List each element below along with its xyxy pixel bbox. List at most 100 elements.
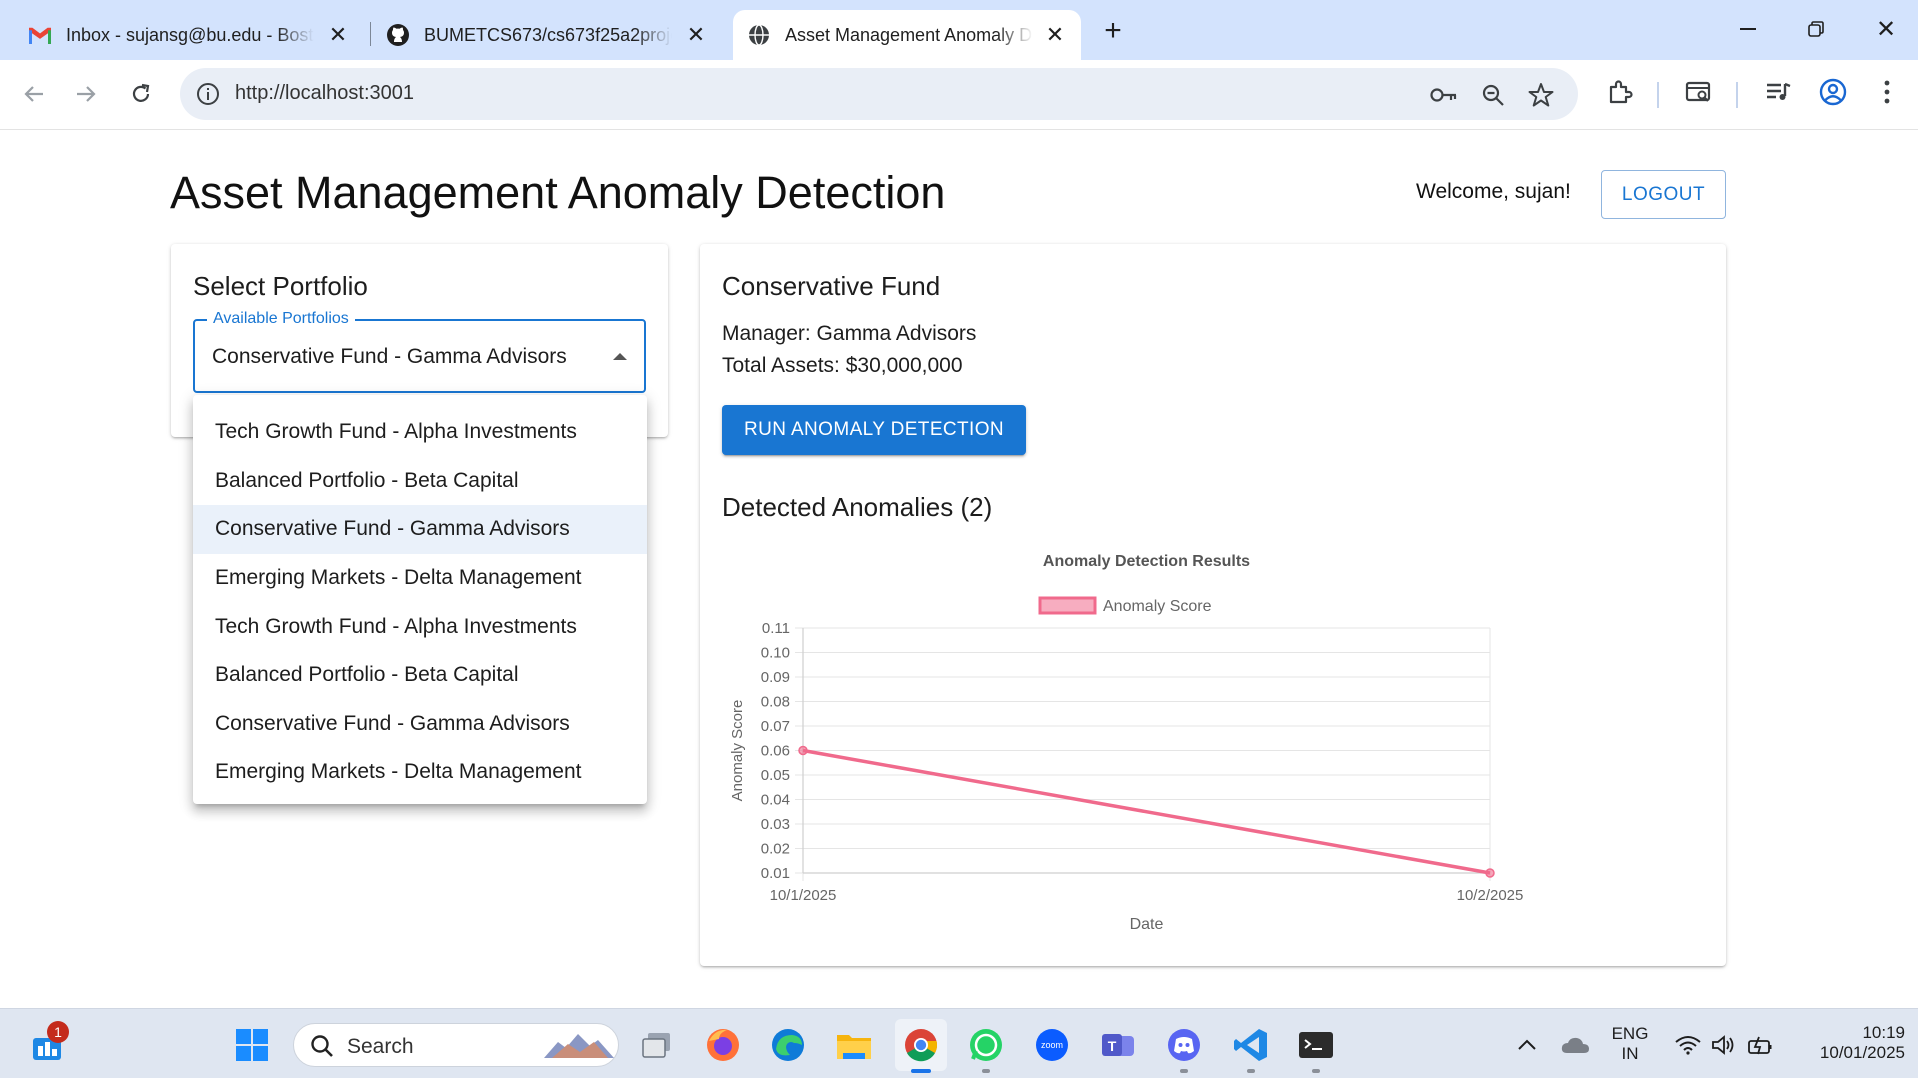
taskbar-search[interactable]: Search xyxy=(293,1023,619,1067)
volume-icon[interactable] xyxy=(1705,1025,1741,1065)
window-close-icon[interactable]: ✕ xyxy=(1866,12,1906,46)
legend-swatch xyxy=(1038,596,1097,615)
url-text[interactable]: http://localhost:3001 xyxy=(235,82,414,105)
task-view-icon[interactable] xyxy=(637,1025,677,1065)
tab-title: BUMETCS673/cs673f25a2project xyxy=(424,24,672,45)
y-tick-label: 0.11 xyxy=(762,620,790,637)
portfolio-select[interactable]: Available Portfolios Conservative Fund -… xyxy=(193,310,646,393)
windows-start-icon[interactable] xyxy=(232,1025,272,1065)
running-indicator xyxy=(982,1069,990,1073)
zoom-icon[interactable] xyxy=(1478,80,1508,110)
file-explorer-icon[interactable] xyxy=(834,1025,874,1065)
menu-item[interactable]: Emerging Markets - Delta Management xyxy=(193,554,647,603)
tab-github[interactable]: BUMETCS673/cs673f25a2project ✕ xyxy=(372,10,722,60)
data-point xyxy=(798,745,808,756)
vscode-icon[interactable] xyxy=(1231,1025,1271,1065)
forward-icon[interactable] xyxy=(66,74,106,114)
chart-title: Anomaly Detection Results xyxy=(1043,553,1250,570)
firefox-icon[interactable] xyxy=(703,1025,743,1065)
legend-label: Anomaly Score xyxy=(1103,598,1212,615)
terminal-icon[interactable] xyxy=(1296,1025,1336,1065)
menu-item[interactable]: Tech Growth Fund - Alpha Investments xyxy=(193,602,647,651)
language-indicator[interactable]: ENG IN xyxy=(1602,1024,1658,1064)
y-tick-label: 0.01 xyxy=(761,865,790,882)
media-control-icon[interactable] xyxy=(1760,74,1796,110)
logout-button[interactable]: LOGOUT xyxy=(1601,170,1726,219)
svg-text:zoom: zoom xyxy=(1041,1040,1063,1050)
tab-gmail[interactable]: Inbox - sujansg@bu.edu - Boston Universi… xyxy=(14,10,364,60)
bookmark-star-icon[interactable] xyxy=(1526,80,1556,110)
globe-icon xyxy=(747,23,771,47)
y-tick-label: 0.05 xyxy=(761,767,790,784)
menu-item[interactable]: Emerging Markets - Delta Management xyxy=(193,748,647,797)
close-icon[interactable]: ✕ xyxy=(684,22,708,47)
y-tick-label: 0.07 xyxy=(761,718,790,735)
language-code: ENG xyxy=(1611,1024,1649,1043)
clock[interactable]: 10:19 10/01/2025 xyxy=(1785,1023,1905,1063)
menu-item-selected[interactable]: Conservative Fund - Gamma Advisors xyxy=(193,505,647,554)
fund-manager: Manager: Gamma Advisors xyxy=(722,322,977,345)
y-tick-label: 0.04 xyxy=(761,792,790,809)
running-indicator xyxy=(911,1069,931,1073)
caret-up-icon[interactable] xyxy=(613,353,627,360)
select-label: Available Portfolios xyxy=(207,310,355,328)
clock-date: 10/01/2025 xyxy=(1819,1043,1905,1062)
select-portfolio-heading: Select Portfolio xyxy=(193,271,368,301)
close-icon[interactable]: ✕ xyxy=(1043,22,1067,47)
search-highlight-icon xyxy=(544,1030,614,1067)
data-point xyxy=(1485,868,1495,878)
back-icon[interactable] xyxy=(14,74,54,114)
series-line xyxy=(802,748,1491,875)
menu-item[interactable]: Balanced Portfolio - Beta Capital xyxy=(193,651,647,700)
anomaly-chart: Anomaly Detection Results Anomaly Score 0.… xyxy=(729,553,1523,933)
y-tick-label: 0.03 xyxy=(761,816,790,833)
minimize-icon[interactable] xyxy=(1728,12,1768,46)
menu-item[interactable]: Tech Growth Fund - Alpha Investments xyxy=(193,408,647,457)
toolbar-divider xyxy=(1736,82,1738,108)
zoom-app-icon[interactable]: zoom xyxy=(1032,1025,1072,1065)
tab-title: Inbox - sujansg@bu.edu - Boston Universi… xyxy=(66,24,314,45)
menu-item[interactable]: Balanced Portfolio - Beta Capital xyxy=(193,457,647,506)
onedrive-icon[interactable] xyxy=(1556,1025,1596,1065)
teams-icon[interactable]: T xyxy=(1099,1025,1139,1065)
portfolio-menu: Tech Growth Fund - Alpha Investments Bal… xyxy=(193,395,647,804)
taskbar: 1 Search zoom T ENG IN 10:19 10/01/2025 xyxy=(0,1008,1918,1078)
chevron-up-icon[interactable] xyxy=(1507,1025,1547,1065)
y-tick-label: 0.10 xyxy=(761,645,790,662)
select-value[interactable]: Conservative Fund - Gamma Advisors xyxy=(212,345,567,369)
wifi-icon[interactable] xyxy=(1670,1025,1706,1065)
svg-text:T: T xyxy=(1108,1038,1117,1054)
chrome-icon[interactable] xyxy=(895,1019,947,1071)
restore-icon[interactable] xyxy=(1796,12,1836,46)
address-bar[interactable]: http://localhost:3001 xyxy=(180,68,1578,120)
site-info-icon[interactable] xyxy=(194,80,222,108)
notification-badge: 1 xyxy=(47,1021,69,1043)
y-tick-label: 0.09 xyxy=(761,669,790,686)
running-indicator xyxy=(1180,1069,1188,1073)
running-indicator xyxy=(1312,1069,1320,1073)
tab-search-icon[interactable] xyxy=(1681,74,1717,110)
browser-menu-icon[interactable] xyxy=(1869,74,1905,110)
tab-asset-management[interactable]: Asset Management Anomaly Detection ✕ xyxy=(733,10,1081,60)
battery-icon[interactable] xyxy=(1742,1025,1778,1065)
github-icon xyxy=(386,23,410,47)
run-anomaly-detection-button[interactable]: RUN ANOMALY DETECTION xyxy=(722,405,1026,455)
y-tick-label: 0.08 xyxy=(761,694,790,711)
extensions-icon[interactable] xyxy=(1602,74,1638,110)
profile-avatar-icon[interactable] xyxy=(1815,74,1851,110)
close-icon[interactable]: ✕ xyxy=(326,22,350,47)
discord-icon[interactable] xyxy=(1164,1025,1204,1065)
search-placeholder: Search xyxy=(347,1035,414,1058)
fund-total-assets: Total Assets: $30,000,000 xyxy=(722,354,963,377)
reload-icon[interactable] xyxy=(121,74,161,114)
edge-icon[interactable] xyxy=(768,1025,808,1065)
x-axis-label: Date xyxy=(1130,916,1164,933)
clock-time: 10:19 xyxy=(1862,1023,1905,1042)
whatsapp-icon[interactable] xyxy=(966,1025,1006,1065)
x-tick-label: 10/1/2025 xyxy=(770,887,837,904)
y-tick-label: 0.02 xyxy=(761,841,790,858)
new-tab-icon[interactable]: + xyxy=(1096,14,1130,48)
password-key-icon[interactable] xyxy=(1429,80,1459,110)
toolbar-divider xyxy=(1657,82,1659,108)
menu-item[interactable]: Conservative Fund - Gamma Advisors xyxy=(193,700,647,749)
